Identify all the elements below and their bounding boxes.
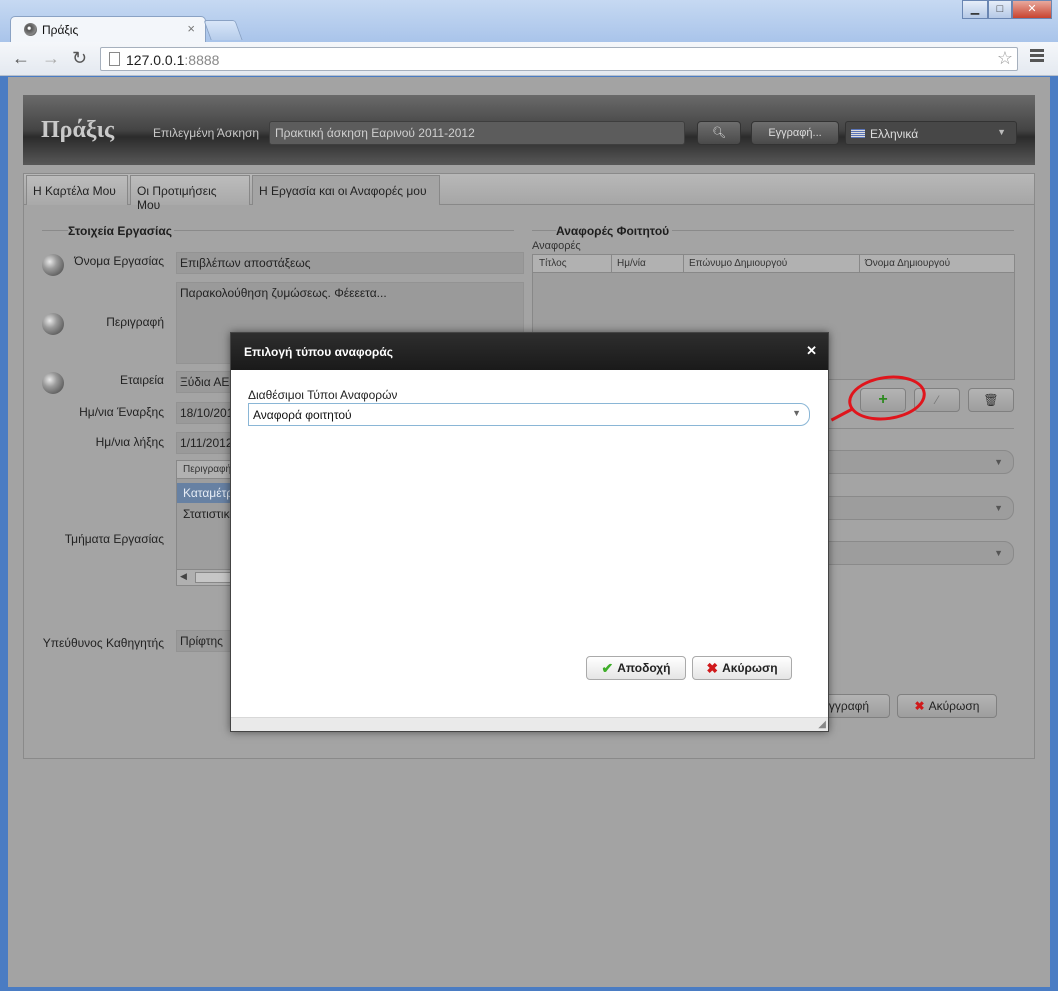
forward-icon[interactable]: → <box>42 49 60 67</box>
language-select[interactable]: Ελληνικά ▼ <box>845 121 1017 145</box>
close-icon[interactable]: ✕ <box>806 343 817 359</box>
maximize-button[interactable]: □ <box>988 0 1012 19</box>
browser-menu-icon[interactable] <box>1030 49 1044 64</box>
chevron-left-icon[interactable]: ◀ <box>180 571 187 582</box>
dropdown[interactable]: ▼ <box>804 450 1014 474</box>
supervisor-label: Υπεύθυνος Καθηγητής <box>42 636 164 650</box>
form-cancel-label: Ακύρωση <box>928 699 980 713</box>
delete-report-button[interactable]: 🗑︎ <box>968 388 1014 412</box>
selected-exercise-field[interactable]: Πρακτική άσκηση Εαρινού 2011-2012 <box>269 121 685 145</box>
trash-icon: 🗑︎ <box>983 393 999 407</box>
site-favicon-icon <box>24 23 37 36</box>
dropdown[interactable]: ▼ <box>804 541 1014 565</box>
resize-grip-icon[interactable]: ◢ <box>818 719 826 730</box>
tab-work-and-reports[interactable]: Η Εργασία και οι Αναφορές μου <box>252 175 440 205</box>
company-field[interactable]: Ξύδια ΑΕ <box>176 371 236 393</box>
cross-icon: ✖ <box>914 699 925 713</box>
minimize-button[interactable]: ▁ <box>962 0 988 19</box>
search-icon: 🔍︎ <box>712 127 726 139</box>
reload-icon[interactable]: ↻ <box>72 49 87 67</box>
window-close-button[interactable]: ✕ <box>1012 0 1052 19</box>
browser-tab-title: Πράξις <box>42 23 79 37</box>
tab-strip: Πράξις × ▁ □ ✕ <box>0 0 1058 42</box>
app-logo: Πράξις <box>41 117 115 143</box>
search-button[interactable]: 🔍︎ <box>697 121 741 145</box>
chevron-down-icon: ▼ <box>994 503 1003 513</box>
divider <box>672 230 1014 231</box>
report-types-label: Διαθέσιμοι Τύποι Αναφορών <box>248 388 398 402</box>
app-header: Πράξις Επιλεγμένη Άσκηση Πρακτική άσκηση… <box>23 95 1035 165</box>
tab-bar: Η Καρτέλα Μου Οι Προτιμήσεις Μου Η Εργασ… <box>24 174 1034 212</box>
accept-button[interactable]: ✔ Αποδοχή <box>586 656 686 680</box>
end-date-field[interactable]: 1/11/2012 <box>176 432 236 454</box>
address-bar[interactable]: 127.0.0.1:8888 ☆ <box>100 47 1018 71</box>
browser-toolbar: ← → ↻ 127.0.0.1:8888 ☆ <box>0 42 1058 76</box>
column-header-date[interactable]: Ημ/νία <box>611 255 646 273</box>
cancel-label: Ακύρωση <box>722 661 778 675</box>
chevron-down-icon: ▼ <box>994 457 1003 467</box>
accept-label: Αποδοχή <box>617 661 671 675</box>
browser-window: Πράξις × ▁ □ ✕ ← → ↻ 127.0.0.1:8888 ☆ Πρ… <box>0 0 1058 991</box>
dropdown[interactable]: ▼ <box>804 496 1014 520</box>
browser-tab[interactable]: Πράξις × <box>10 16 206 42</box>
dialog-title: Επιλογή τύπου αναφοράς <box>244 345 393 359</box>
start-date-field[interactable]: 18/10/2011 <box>176 402 236 424</box>
table-row[interactable]: Καταμέτρηση <box>177 483 235 503</box>
work-parts-label: Τμήματα Εργασίας <box>64 532 164 546</box>
column-header-creator-surname[interactable]: Επώνυμο Δημιουργού <box>683 255 787 273</box>
work-parts-grid: Περιγραφή Καταμέτρηση Στατιστικά ◀ <box>176 460 236 586</box>
divider <box>42 230 68 231</box>
back-icon[interactable]: ← <box>12 49 30 67</box>
dialog-header: Επιλογή τύπου αναφοράς ✕ <box>231 333 828 370</box>
column-header-creator-name[interactable]: Όνομα Δημιουργού <box>859 255 950 273</box>
work-name-label: Όνομα Εργασίας <box>74 254 164 268</box>
dialog-footer: ◢ <box>231 717 828 731</box>
company-label: Εταιρεία <box>120 373 164 387</box>
cancel-button[interactable]: ✖ Ακύρωση <box>692 656 792 680</box>
end-date-label: Ημ/νια λήξης <box>95 435 164 449</box>
work-section-title: Στοιχεία Εργασίας <box>68 224 172 238</box>
supervisor-field[interactable]: Πρίφτης <box>176 630 236 652</box>
chevron-down-icon: ▼ <box>792 408 801 418</box>
divider <box>174 230 514 231</box>
greek-flag-icon <box>851 129 865 138</box>
report-type-dialog: Επιλογή τύπου αναφοράς ✕ Διαθέσιμοι Τύπο… <box>230 332 829 732</box>
report-type-value: Αναφορά φοιτητού <box>253 408 352 422</box>
tab-my-preferences[interactable]: Οι Προτιμήσεις Μου <box>130 175 250 212</box>
edit-icon: ⁄ <box>935 393 938 407</box>
selected-exercise-label: Επιλεγμένη Άσκηση <box>153 126 260 140</box>
check-icon: ✔ <box>601 660 614 676</box>
column-header-title[interactable]: Τίτλος <box>539 258 567 269</box>
url-text: 127.0.0.1:8888 <box>126 52 220 68</box>
horizontal-scrollbar[interactable]: ◀ <box>177 569 235 585</box>
register-button[interactable]: Εγγραφή... <box>751 121 839 145</box>
scroll-thumb[interactable] <box>195 572 235 583</box>
grid-header: Περιγραφή <box>177 461 235 479</box>
work-name-field[interactable]: Επιβλέπων αποστάξεως <box>176 252 524 274</box>
table-row[interactable]: Στατιστικά <box>177 504 235 524</box>
new-tab-button[interactable] <box>203 20 243 40</box>
page-icon <box>109 52 120 66</box>
start-date-label: Ημ/νια Έναρξης <box>79 405 164 419</box>
language-value: Ελληνικά <box>870 127 919 141</box>
column-header[interactable]: Περιγραφή <box>183 464 231 475</box>
bookmark-star-icon[interactable]: ☆ <box>997 48 1013 69</box>
close-tab-icon[interactable]: × <box>187 21 195 36</box>
report-type-select[interactable]: Αναφορά φοιτητού ▼ <box>248 403 810 426</box>
divider <box>532 230 556 231</box>
reports-section-title: Αναφορές Φοιτητού <box>556 224 670 238</box>
reports-grid-label: Αναφορές <box>532 240 581 252</box>
grid-header: Τίτλος Ημ/νία Επώνυμο Δημιουργού Όνομα Δ… <box>533 255 1014 273</box>
description-label: Περιγραφή <box>106 315 164 329</box>
form-cancel-button[interactable]: ✖ Ακύρωση <box>897 694 997 718</box>
chevron-down-icon: ▼ <box>994 548 1003 558</box>
chevron-down-icon: ▼ <box>997 127 1006 137</box>
cross-icon: ✖ <box>706 660 719 676</box>
tab-my-card[interactable]: Η Καρτέλα Μου <box>26 175 128 205</box>
